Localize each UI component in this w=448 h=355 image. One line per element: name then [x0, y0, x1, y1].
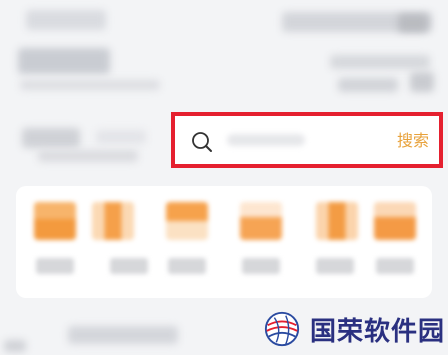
shortcut-label-3: [168, 258, 206, 274]
title-blur: [18, 48, 110, 74]
right-stat-blur: [330, 55, 430, 69]
right-stat3-blur: [410, 72, 434, 92]
watermark-text: 国荣软件园: [310, 317, 446, 347]
shortcut-label-5: [316, 258, 354, 274]
header-left-blur: [26, 10, 106, 30]
shortcut-label-2: [110, 258, 148, 274]
shortcut-label-4: [242, 258, 280, 274]
shortcut-label-1: [36, 258, 74, 274]
header-right-dot: [398, 14, 428, 32]
shortcut-icon-1[interactable]: [34, 202, 76, 240]
search-bar[interactable]: 搜索: [171, 112, 443, 168]
left-block-blur: [22, 128, 80, 148]
left-block2-blur: [38, 150, 138, 162]
shortcut-icon-6[interactable]: [374, 202, 416, 240]
shortcut-icon-3[interactable]: [166, 202, 208, 240]
search-icon: [192, 132, 212, 152]
search-input[interactable]: [227, 134, 305, 146]
search-button[interactable]: 搜索: [397, 127, 429, 151]
bottom-left-blur: [4, 340, 26, 352]
bottom-blur: [68, 326, 178, 344]
globe-logo-icon: [264, 311, 300, 347]
shortcut-icon-2[interactable]: [92, 202, 134, 240]
shortcut-panel: [16, 186, 432, 298]
shortcut-label-6: [376, 258, 414, 274]
right-stat2-blur: [338, 78, 398, 92]
left-block3-blur: [96, 130, 146, 144]
shortcut-icon-4[interactable]: [240, 202, 282, 240]
shortcut-icon-5[interactable]: [316, 202, 358, 240]
subtitle-blur: [20, 80, 160, 90]
